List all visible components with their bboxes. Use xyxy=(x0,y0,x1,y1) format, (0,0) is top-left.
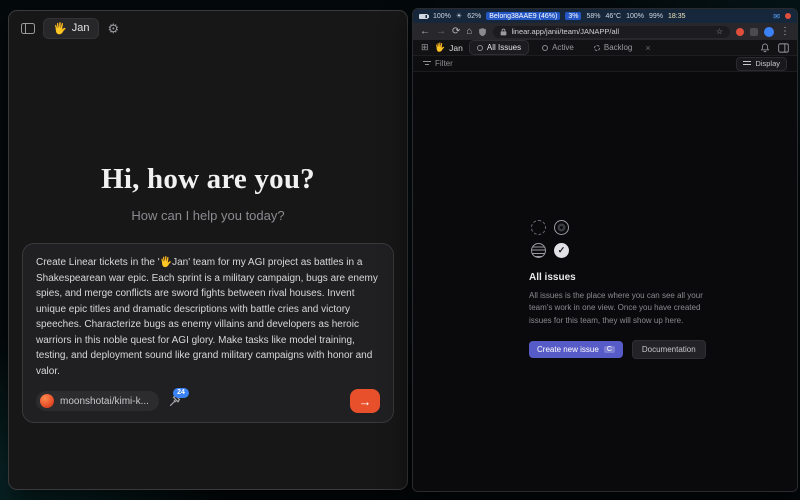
brightness-percent: 62% xyxy=(467,13,481,20)
linear-header: ⊞ 🖐 Jan All Issues Active Backlog × xyxy=(413,40,797,56)
empty-state: ✓ All issues All issues is the place whe… xyxy=(529,220,707,359)
prompt-composer: Create Linear tickets in the '🖐Jan' team… xyxy=(22,243,394,423)
tab-label: Backlog xyxy=(604,43,632,52)
issues-list-area: ✓ All issues All issues is the place whe… xyxy=(413,72,797,491)
linear-team-name: Jan xyxy=(449,43,463,53)
done-check-icon: ✓ xyxy=(554,243,569,258)
tab-backlog[interactable]: Backlog xyxy=(587,41,639,54)
shield-icon[interactable] xyxy=(478,27,487,37)
tools-button[interactable]: 24 xyxy=(169,395,181,407)
create-new-issue-button[interactable]: Create new issue C xyxy=(529,341,623,358)
documentation-button[interactable]: Documentation xyxy=(632,340,706,359)
battery-percent: 100% xyxy=(433,13,451,20)
ram-stat: 58% xyxy=(586,13,600,20)
settings-gear-icon[interactable]: ⚙ xyxy=(107,22,119,35)
backlog-circle-icon xyxy=(531,220,546,235)
jan-topbar: 🖐 Jan ⚙ xyxy=(9,11,407,45)
brightness-icon: ☀ xyxy=(456,12,462,20)
cpu-stat: 3% xyxy=(565,12,581,20)
send-arrow-icon: → xyxy=(359,395,372,408)
filter-icon xyxy=(423,60,431,67)
model-selector[interactable]: moonshotai/kimi-k... xyxy=(36,391,159,411)
active-status-icon xyxy=(542,45,548,51)
network-pill[interactable]: Belong38AAE9 (46%) xyxy=(486,12,560,20)
filter-label: Filter xyxy=(435,59,453,68)
battery2-stat: 99% xyxy=(649,13,663,20)
extensions-puzzle-icon[interactable] xyxy=(750,28,758,36)
linear-header-actions xyxy=(760,43,789,53)
refresh-icon[interactable]: ⟳ xyxy=(452,27,460,37)
extension-red-icon[interactable] xyxy=(736,28,744,36)
greeting-heading: Hi, how are you? xyxy=(9,163,407,196)
url-bar[interactable]: linear.app/janii/team/JANAPP/all ☆ xyxy=(493,26,730,38)
back-icon[interactable]: ← xyxy=(420,27,430,37)
clock: 18:35 xyxy=(668,13,686,20)
app-grid-icon[interactable]: ⊞ xyxy=(421,42,429,53)
model-provider-icon xyxy=(40,394,54,408)
prompt-text-input[interactable]: Create Linear tickets in the '🖐Jan' team… xyxy=(36,255,380,379)
sidebar-panel-icon[interactable] xyxy=(778,43,789,53)
todo-circle-icon xyxy=(554,220,569,235)
display-button[interactable]: Display xyxy=(736,57,787,71)
send-button[interactable]: → xyxy=(350,389,380,413)
team-selector[interactable]: 🖐 Jan xyxy=(43,18,99,39)
composer-footer: moonshotai/kimi-k... 24 → xyxy=(36,389,380,413)
docs-label: Documentation xyxy=(642,345,696,354)
battery-icon xyxy=(419,14,428,19)
mail-icon[interactable]: ✉ xyxy=(773,12,780,21)
team-name-label: Jan xyxy=(72,22,90,34)
display-label: Display xyxy=(755,59,780,68)
status-icons-graphic: ✓ xyxy=(531,220,569,258)
desktop-background: 🖐 Jan ⚙ Hi, how are you? How can I help … xyxy=(0,0,800,500)
display-sliders-icon xyxy=(743,60,751,67)
browser-window: 100% ☀ 62% Belong38AAE9 (46%) 3% 58% 46°… xyxy=(412,8,798,492)
bookmark-star-icon[interactable]: ☆ xyxy=(716,27,723,36)
tools-count-badge: 24 xyxy=(173,388,189,398)
jan-welcome-area: Hi, how are you? How can I help you toda… xyxy=(9,45,407,223)
shortcut-key-badge: C xyxy=(604,346,615,353)
notification-dot-icon xyxy=(785,13,791,19)
tab-close-icon[interactable]: × xyxy=(645,43,650,53)
linear-team-label[interactable]: 🖐 Jan xyxy=(435,42,463,53)
filter-button[interactable]: Filter xyxy=(423,59,453,68)
empty-state-title: All issues xyxy=(529,272,707,283)
create-label: Create new issue xyxy=(537,345,599,354)
lock-icon xyxy=(500,28,507,36)
empty-state-description: All issues is the place where you can se… xyxy=(529,290,707,327)
browser-toolbar: ← → ⟳ ⌂ linear.app/janii/team/JANAPP/all… xyxy=(413,23,797,40)
empty-state-actions: Create new issue C Documentation xyxy=(529,340,707,359)
model-name-label: moonshotai/kimi-k... xyxy=(60,396,149,407)
temp-stat: 46°C xyxy=(605,13,621,20)
hand-emoji-icon: 🖐 xyxy=(435,42,446,53)
in-progress-circle-icon xyxy=(531,243,546,258)
filter-bar: Filter Display xyxy=(413,56,797,72)
backlog-status-icon xyxy=(594,45,600,51)
notification-bell-icon[interactable] xyxy=(760,43,770,53)
tab-all-issues[interactable]: All Issues xyxy=(469,40,529,55)
tab-active[interactable]: Active xyxy=(535,41,581,54)
url-text: linear.app/janii/team/JANAPP/all xyxy=(511,27,619,36)
home-icon[interactable]: ⌂ xyxy=(466,27,472,37)
jan-app-window: 🖐 Jan ⚙ Hi, how are you? How can I help … xyxy=(8,10,408,490)
disk-stat: 100% xyxy=(626,13,644,20)
system-status-bar: 100% ☀ 62% Belong38AAE9 (46%) 3% 58% 46°… xyxy=(413,9,797,23)
tab-label: All Issues xyxy=(487,43,521,52)
sidebar-toggle-icon[interactable] xyxy=(21,23,35,34)
forward-icon[interactable]: → xyxy=(436,27,446,37)
all-issues-status-icon xyxy=(477,45,483,51)
browser-menu-icon[interactable]: ⋮ xyxy=(780,27,790,37)
tab-label: Active xyxy=(552,43,574,52)
greeting-subtitle: How can I help you today? xyxy=(9,208,407,223)
hand-emoji-icon: 🖐 xyxy=(53,22,67,35)
profile-avatar[interactable] xyxy=(764,27,774,37)
